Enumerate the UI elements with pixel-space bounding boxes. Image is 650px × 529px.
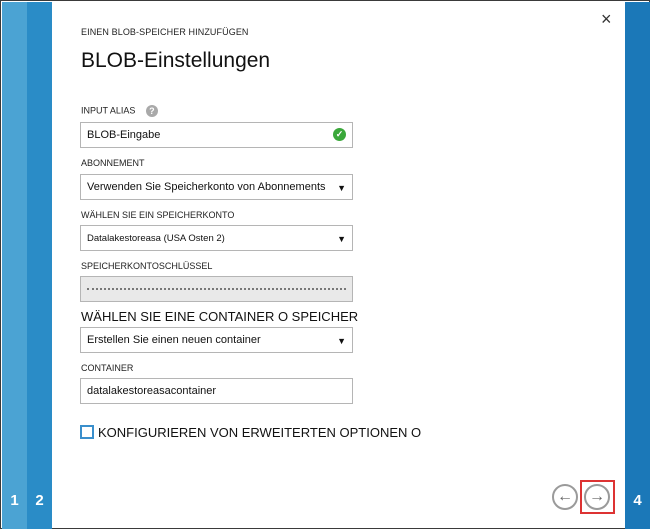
advanced-options-checkbox[interactable] (80, 425, 94, 439)
back-arrow-icon[interactable]: ← (552, 484, 578, 510)
speicherkonto-label: WÄHLEN SIE EIN SPEICHERKONTO (81, 210, 235, 220)
input-alias-field[interactable]: BLOB-Eingabe ✓ (80, 122, 353, 148)
input-alias-label-text: INPUT ALIAS (81, 105, 136, 116)
speicherkonto-select[interactable]: Datalakestoreasa (USA Osten 2) ▼ (80, 225, 353, 251)
abonnement-value: Verwenden Sie Speicherkonto von Abonneme… (87, 181, 326, 193)
schluessel-label: SPEICHERKONTOSCHLÜSSEL (81, 261, 213, 271)
masked-key-dots (87, 288, 346, 290)
chevron-down-icon: ▼ (337, 183, 346, 193)
check-icon: ✓ (333, 128, 346, 141)
help-icon[interactable]: ? (145, 105, 158, 117)
container-choice-value: Erstellen Sie einen neuen container (87, 334, 261, 346)
step-2-number: 2 (35, 492, 44, 509)
advanced-options-label[interactable]: KONFIGURIEREN VON ERWEITERTEN OPTIONEN O (98, 425, 421, 440)
page-title: BLOB-Einstellungen (81, 49, 271, 72)
next-button-highlight (580, 480, 615, 514)
chevron-down-icon: ▼ (337, 234, 346, 244)
speicherkonto-value: Datalakestoreasa (USA Osten 2) (87, 233, 225, 244)
wizard-dialog: 1 2 4 × EINEN BLOB-SPEICHER HINZUFÜGEN B… (0, 0, 650, 529)
chevron-down-icon: ▼ (337, 336, 346, 346)
container-field[interactable]: datalakestoreasacontainer (80, 378, 353, 404)
step-1-number: 1 (10, 492, 19, 509)
container-label: CONTAINER (81, 363, 134, 373)
storage-key-field (80, 276, 353, 302)
wizard-step-2[interactable]: 2 (27, 2, 52, 529)
input-alias-label: INPUT ALIAS ? (81, 105, 158, 117)
container-choice-label: WÄHLEN SIE EINE CONTAINER O SPEICHER (81, 309, 359, 324)
input-alias-value: BLOB-Eingabe (87, 129, 161, 141)
wizard-step-4[interactable]: 4 (625, 2, 650, 529)
abonnement-select[interactable]: Verwenden Sie Speicherkonto von Abonneme… (80, 174, 353, 200)
container-value: datalakestoreasacontainer (87, 385, 217, 397)
close-icon[interactable]: × (601, 9, 612, 29)
wizard-step-1[interactable]: 1 (2, 2, 27, 529)
abonnement-label: ABONNEMENT (81, 158, 145, 168)
breadcrumb: EINEN BLOB-SPEICHER HINZUFÜGEN (81, 27, 249, 37)
container-choice-select[interactable]: Erstellen Sie einen neuen container ▼ (80, 327, 353, 353)
step-4-number: 4 (633, 492, 642, 509)
